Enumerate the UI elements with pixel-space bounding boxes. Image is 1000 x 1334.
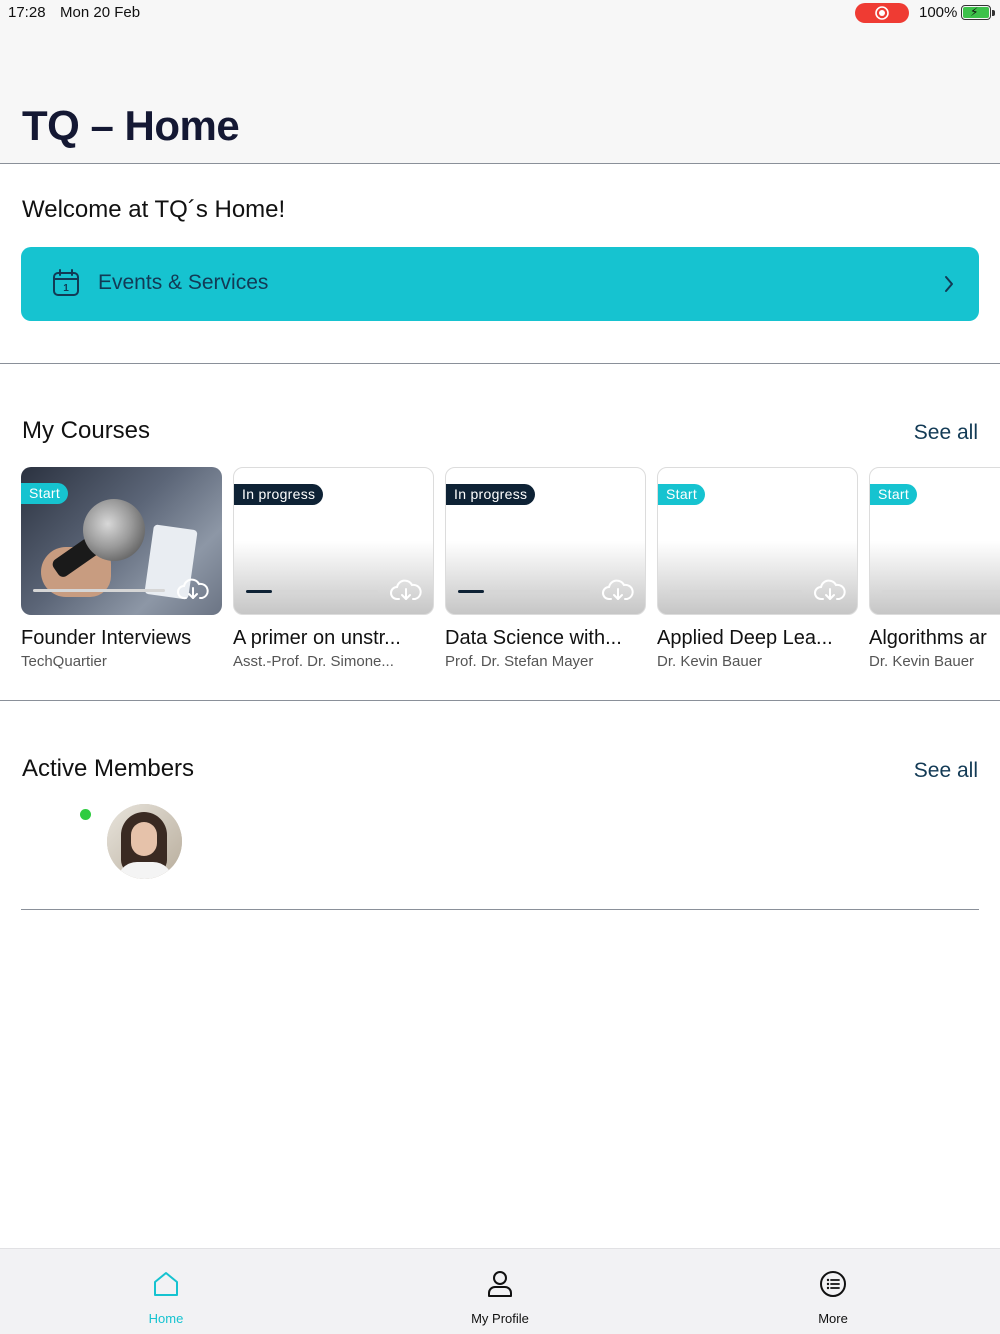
my-courses-title: My Courses bbox=[22, 417, 151, 444]
status-badge: Start bbox=[870, 484, 918, 505]
course-title: Founder Interviews bbox=[21, 627, 192, 649]
course-thumbnail: Start bbox=[657, 467, 858, 615]
progress-bar bbox=[246, 590, 273, 593]
online-status-dot bbox=[80, 809, 91, 820]
member-avatar[interactable] bbox=[107, 804, 182, 879]
welcome-text: Welcome at TQ´s Home! bbox=[22, 196, 286, 223]
course-instructor: TechQuartier bbox=[21, 653, 107, 670]
profile-icon bbox=[488, 1271, 512, 1297]
download-cloud-icon[interactable] bbox=[390, 579, 422, 603]
page-header: TQ – Home bbox=[0, 26, 1000, 164]
progress-track bbox=[458, 590, 590, 593]
svg-text:1: 1 bbox=[63, 283, 69, 294]
screen-recording-icon[interactable] bbox=[855, 3, 909, 23]
status-badge: Start bbox=[21, 483, 69, 504]
course-instructor: Dr. Kevin Bauer bbox=[657, 653, 763, 670]
download-cloud-icon[interactable] bbox=[177, 578, 209, 602]
members-see-all-link[interactable]: See all bbox=[914, 759, 978, 783]
tab-more[interactable]: More bbox=[733, 1249, 933, 1334]
tab-label: My Profile bbox=[471, 1311, 529, 1326]
status-time: 17:28 bbox=[8, 4, 46, 21]
progress-track bbox=[33, 589, 165, 592]
progress-track bbox=[246, 590, 378, 593]
course-thumbnail: In progress bbox=[233, 467, 434, 615]
tab-label: More bbox=[818, 1311, 848, 1326]
status-bar: 17:28 Mon 20 Feb 100% ⚡ bbox=[0, 0, 1000, 26]
download-cloud-icon[interactable] bbox=[602, 579, 634, 603]
battery-cap bbox=[992, 10, 995, 16]
course-card-algorithms[interactable]: Start Algorithms ar Dr. Kevin Bauer bbox=[869, 467, 1000, 670]
progress-bar bbox=[458, 590, 485, 593]
progress-track bbox=[670, 590, 802, 593]
course-thumbnail: Start bbox=[869, 467, 1000, 615]
tab-bar: Home My Profile More bbox=[0, 1248, 1000, 1334]
active-members-title: Active Members bbox=[22, 755, 195, 782]
section-divider bbox=[0, 700, 1000, 701]
course-title: A primer on unstr... bbox=[233, 627, 401, 649]
calendar-icon: 1 bbox=[53, 269, 79, 296]
course-card-founder-interviews[interactable]: Start Founder Interviews TechQuartier bbox=[21, 467, 222, 670]
course-card-data-science[interactable]: In progress Data Science with... Prof. D… bbox=[445, 467, 646, 670]
status-date: Mon 20 Feb bbox=[60, 4, 141, 21]
course-card-primer[interactable]: In progress A primer on unstr... Asst.-P… bbox=[233, 467, 434, 670]
home-icon bbox=[154, 1272, 178, 1296]
course-title: Applied Deep Lea... bbox=[657, 627, 833, 649]
download-cloud-icon[interactable] bbox=[814, 579, 846, 603]
tab-label: Home bbox=[148, 1311, 184, 1326]
course-card-applied-deep-learning[interactable]: Start Applied Deep Lea... Dr. Kevin Baue… bbox=[657, 467, 858, 670]
chevron-right-icon bbox=[945, 276, 953, 292]
course-title: Data Science with... bbox=[445, 627, 622, 649]
battery-icon: ⚡ bbox=[961, 5, 991, 20]
course-instructor: Asst.-Prof. Dr. Simone... bbox=[233, 653, 394, 670]
course-thumbnail: Start bbox=[21, 467, 222, 615]
status-badge: In progress bbox=[446, 484, 536, 505]
microphone-image bbox=[83, 499, 145, 561]
courses-see-all-link[interactable]: See all bbox=[914, 421, 978, 445]
course-instructor: Prof. Dr. Stefan Mayer bbox=[445, 653, 594, 670]
course-instructor: Dr. Kevin Bauer bbox=[869, 653, 975, 670]
events-services-button[interactable]: 1 Events & Services bbox=[21, 247, 979, 321]
status-badge: In progress bbox=[234, 484, 324, 505]
section-divider bbox=[0, 363, 1000, 364]
tab-my-profile[interactable]: My Profile bbox=[400, 1249, 600, 1334]
members-divider bbox=[21, 909, 979, 910]
tab-home[interactable]: Home bbox=[66, 1249, 266, 1334]
events-services-label: Events & Services bbox=[98, 271, 269, 294]
courses-carousel[interactable]: Start Founder Interviews TechQuartier In… bbox=[0, 467, 1000, 677]
course-thumbnail: In progress bbox=[445, 467, 646, 615]
more-list-icon bbox=[820, 1271, 846, 1297]
page-title: TQ – Home bbox=[22, 102, 240, 149]
course-title: Algorithms ar bbox=[869, 627, 987, 649]
progress-track bbox=[882, 590, 1000, 593]
status-badge: Start bbox=[658, 484, 706, 505]
battery-percent: 100% bbox=[919, 4, 958, 21]
